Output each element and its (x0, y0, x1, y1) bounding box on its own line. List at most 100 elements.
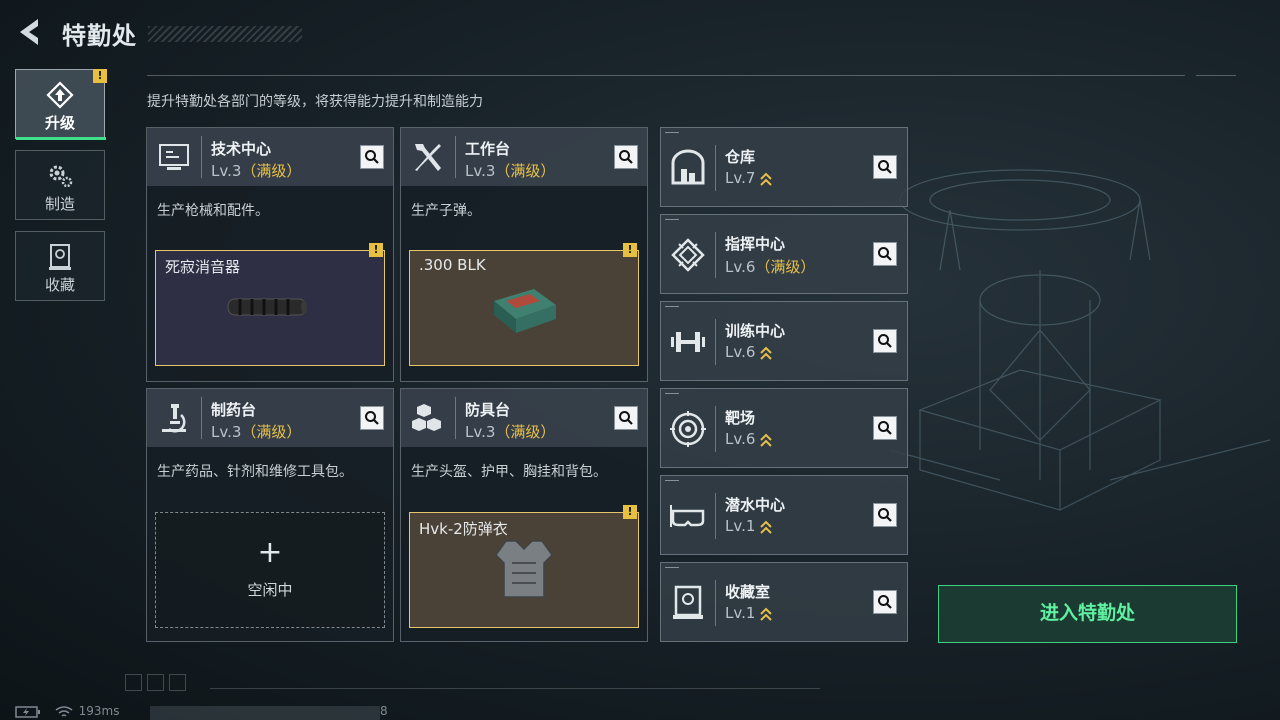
facility-name: 指挥中心 (725, 235, 786, 253)
production-slot[interactable]: Hvk-2防弹衣 ! (409, 505, 639, 628)
search-icon (365, 150, 379, 164)
facility-card-shooting-range[interactable]: 靶场 Lv.6 (660, 388, 908, 468)
facility-level: Lv.6 (725, 343, 773, 361)
search-icon (619, 150, 633, 164)
max-level-tag: （满级） (495, 162, 556, 180)
facility-level: Lv.6 (725, 430, 773, 448)
upgrade-icon (46, 81, 74, 109)
divider (1196, 75, 1236, 76)
inspect-button[interactable] (873, 242, 897, 266)
diving-mask-icon (670, 505, 705, 527)
max-level-tag: （满级） (241, 162, 302, 180)
inspect-button[interactable] (614, 145, 638, 169)
nav-tab-collection[interactable]: 收藏 (15, 231, 105, 301)
nav-label: 制造 (44, 195, 75, 213)
title-decoration (148, 26, 302, 42)
inspect-button[interactable] (873, 155, 897, 179)
upgrade-available-icon (760, 607, 773, 621)
warehouse-icon (671, 149, 705, 185)
level-value: Lv.1 (725, 604, 756, 622)
facility-level: Lv.1 (725, 604, 773, 622)
search-icon (878, 334, 892, 348)
inspect-button[interactable] (873, 503, 897, 527)
production-slot[interactable]: 死寂消音器 ! (155, 243, 385, 366)
target-icon (670, 411, 706, 447)
separator (715, 232, 716, 278)
alert-badge: ! (93, 69, 107, 83)
level-value: Lv.3 (211, 162, 242, 180)
level-value: Lv.3 (465, 162, 496, 180)
facility-card-training-center[interactable]: 训练中心 Lv.6 (660, 301, 908, 381)
card-header: 技术中心 Lv.3（满级） (147, 128, 393, 186)
separator (715, 406, 716, 452)
search-icon (619, 411, 633, 425)
facility-card-warehouse[interactable]: 仓库 Lv.7 (660, 127, 908, 207)
chat-bar[interactable] (150, 706, 380, 720)
facility-card-collection-room[interactable]: 收藏室 Lv.1 (660, 562, 908, 642)
facility-card-armor-bench[interactable]: 防具台 Lv.3（满级） 生产头盔、护甲、胸挂和背包。 Hvk-2防弹衣 ! (400, 388, 648, 642)
chip-icon (671, 238, 705, 272)
facility-name: 潜水中心 (725, 496, 786, 514)
search-icon (878, 421, 892, 435)
nav-tab-upgrade[interactable]: 升级 ! (15, 69, 107, 140)
separator (455, 136, 456, 178)
upgrade-available-icon (760, 346, 773, 360)
collection-room-icon (673, 585, 703, 619)
facility-card-workbench[interactable]: 工作台 Lv.3（满级） 生产子弹。 .300 BLK ! (400, 127, 648, 382)
search-icon (365, 411, 379, 425)
inspect-button[interactable] (360, 406, 384, 430)
upgrade-available-icon (760, 520, 773, 534)
divider (210, 688, 820, 689)
facility-level: Lv.1 (725, 517, 773, 535)
facility-description: 生产头盔、护甲、胸挂和背包。 (411, 464, 607, 480)
facility-name: 收藏室 (725, 583, 771, 601)
alert-badge: ! (369, 243, 383, 257)
battery-icon (15, 705, 40, 718)
level-value: Lv.6 (725, 430, 756, 448)
level-value: Lv.7 (725, 169, 756, 187)
separator (715, 493, 716, 539)
page-title: 特勤处 (62, 22, 137, 50)
counter-value: 8 (380, 704, 388, 718)
nav-label: 升级 (44, 114, 75, 132)
ping-value: 193ms (78, 704, 120, 718)
suppressor-icon (227, 298, 307, 316)
add-icon: + (257, 535, 283, 570)
production-slot[interactable]: .300 BLK ! (409, 243, 639, 366)
facility-card-diving-center[interactable]: 潜水中心 Lv.1 (660, 475, 908, 555)
gear-icon (49, 165, 73, 188)
inspect-button[interactable] (873, 590, 897, 614)
inspect-button[interactable] (873, 329, 897, 353)
card-header: 工作台 Lv.3（满级） (401, 128, 647, 186)
facility-card-tech-center[interactable]: 技术中心 Lv.3（满级） 生产枪械和配件。 死寂消音器 ! (146, 127, 394, 382)
facility-card-command-center[interactable]: 指挥中心 Lv.6（满级） (660, 214, 908, 294)
separator (715, 319, 716, 365)
facility-level: Lv.3（满级） (211, 160, 301, 181)
facility-level: Lv.7 (725, 169, 773, 187)
separator (715, 145, 716, 191)
inspect-button[interactable] (360, 145, 384, 169)
enter-facility-button[interactable]: 进入特勤处 (938, 585, 1237, 643)
base-hologram-image (889, 169, 1271, 511)
facility-card-pharmacy[interactable]: 制药台 Lv.3（满级） 生产药品、针剂和维修工具包。 + 空闲中 (146, 388, 394, 642)
product-name: Hvk-2防弹衣 (419, 520, 508, 538)
nav-tab-craft[interactable]: 制造 (15, 150, 105, 220)
alert-badge: ! (623, 505, 637, 519)
empty-production-slot[interactable]: + 空闲中 (155, 512, 385, 628)
collection-icon (49, 244, 71, 270)
level-value: Lv.6 (725, 343, 756, 361)
facility-level: Lv.3（满级） (211, 421, 301, 442)
search-icon (878, 160, 892, 174)
back-arrow-icon[interactable] (14, 16, 46, 48)
status-bar: 193ms (15, 704, 120, 718)
card-header: 防具台 Lv.3（满级） (401, 389, 647, 447)
facility-description: 生产枪械和配件。 (157, 203, 269, 219)
inspect-button[interactable] (614, 406, 638, 430)
facility-level: Lv.3（满级） (465, 421, 555, 442)
facility-name: 训练中心 (725, 322, 786, 340)
monitor-icon (159, 144, 189, 170)
inspect-button[interactable] (873, 416, 897, 440)
ammo-box-icon (494, 289, 556, 333)
cubes-icon (412, 404, 441, 431)
level-value: Lv.1 (725, 517, 756, 535)
